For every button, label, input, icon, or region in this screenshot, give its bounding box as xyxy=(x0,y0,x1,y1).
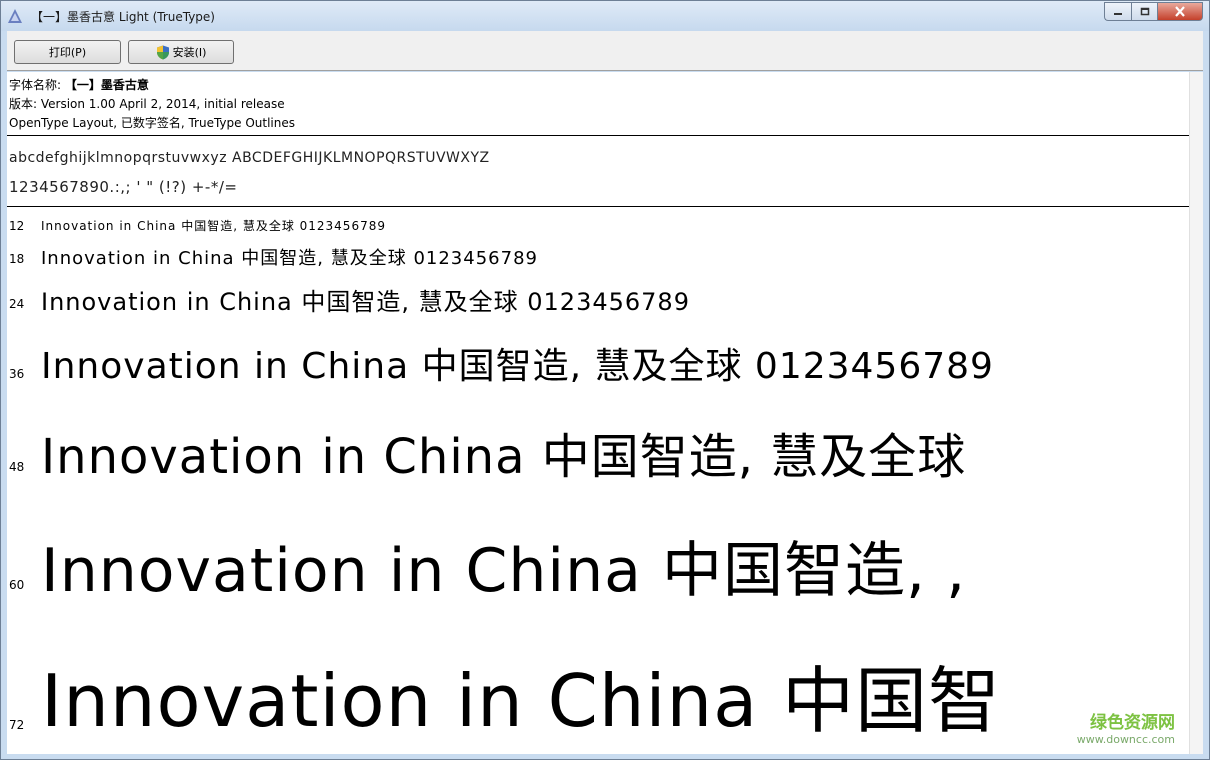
sample-size-label: 24 xyxy=(9,297,25,311)
font-layout-info: OpenType Layout, 已数字签名, TrueType Outline… xyxy=(9,116,296,130)
caption-buttons xyxy=(1104,2,1203,21)
toolbar: 打印(P) 安装(I) xyxy=(7,31,1203,71)
font-preview-area[interactable]: 字体名称: 【一】墨香古意 版本: Version 1.00 April 2, … xyxy=(7,72,1189,754)
sample-text: Innovation in China 中国智造, 慧及全球 012345678… xyxy=(41,219,386,233)
uac-shield-icon xyxy=(156,45,169,59)
sample-text: Innovation in China 中国智造, 慧及全球 012345678… xyxy=(41,248,538,269)
vertical-scrollbar[interactable] xyxy=(1189,72,1203,754)
minimize-button[interactable] xyxy=(1104,2,1131,21)
font-info: 字体名称: 【一】墨香古意 版本: Version 1.00 April 2, … xyxy=(9,76,295,133)
print-button[interactable]: 打印(P) xyxy=(14,40,121,64)
window-title: 【一】墨香古意 Light (TrueType) xyxy=(31,10,215,24)
sample-row-48: 48 Innovation in China 中国智造, 慧及全球 xyxy=(7,417,1189,487)
sample-size-label: 36 xyxy=(9,367,25,381)
font-name-label: 字体名称: xyxy=(9,78,62,92)
install-button[interactable]: 安装(I) xyxy=(128,40,234,64)
font-name-value: 【一】墨香古意 xyxy=(64,78,149,92)
minimize-icon xyxy=(1114,12,1122,15)
print-button-label: 打印(P) xyxy=(48,46,87,59)
title-bar[interactable]: 【一】墨香古意 Light (TrueType) xyxy=(1,1,1209,31)
sample-row-18: 18 Innovation in China 中国智造, 慧及全球 012345… xyxy=(7,244,1189,274)
font-version: 版本: Version 1.00 April 2, 2014, initial … xyxy=(9,97,285,111)
maximize-icon xyxy=(1140,7,1149,16)
sample-size-label: 60 xyxy=(9,578,25,592)
close-button[interactable] xyxy=(1157,2,1203,21)
sample-size-label: 48 xyxy=(9,460,25,474)
sample-row-24: 24 Innovation in China 中国智造, 慧及全球 012345… xyxy=(7,282,1189,322)
sample-row-12: 12 Innovation in China 中国智造, 慧及全球 012345… xyxy=(7,217,1189,237)
charset-digits-symbols: 1234567890.:,; ' " (!?) +-*/= xyxy=(9,178,238,196)
sample-size-label: 12 xyxy=(9,219,25,233)
sample-text: Innovation in China 中国智造, 慧及全球 xyxy=(41,429,967,485)
sample-size-label: 72 xyxy=(9,718,25,732)
install-button-label: 安装(I) xyxy=(172,46,207,59)
sample-row-60: 60 Innovation in China 中国智造, , xyxy=(7,522,1189,607)
sample-size-label: 18 xyxy=(9,252,25,266)
sample-text: Innovation in China 中国智造, , xyxy=(41,536,967,606)
charset-letters: abcdefghijklmnopqrstuvwxyz ABCDEFGHIJKLM… xyxy=(9,150,490,166)
sample-text: Innovation in China 中国智造, 慧及全球 012345678… xyxy=(41,288,690,316)
font-viewer-icon xyxy=(8,9,22,23)
watermark-title: 绿色资源网 xyxy=(1090,713,1175,733)
watermark: 绿色资源网 www.downcc.com xyxy=(1077,708,1175,746)
maximize-button[interactable] xyxy=(1131,2,1157,21)
font-name-line: 字体名称: 【一】墨香古意 xyxy=(9,76,295,95)
sample-text: Innovation in China 中国智造, 慧及全球 012345678… xyxy=(41,346,994,387)
close-icon xyxy=(1175,6,1185,17)
font-viewer-window: 【一】墨香古意 Light (TrueType) 打印(P) 安装(I) 字体名… xyxy=(0,0,1210,760)
divider xyxy=(7,206,1189,207)
watermark-url: www.downcc.com xyxy=(1076,733,1175,746)
sample-text: Innovation in China 中国智 xyxy=(41,659,1002,743)
sample-row-36: 36 Innovation in China 中国智造, 慧及全球 012345… xyxy=(7,337,1189,392)
sample-row-72: 72 Innovation in China 中国智 xyxy=(7,642,1189,743)
divider xyxy=(7,135,1189,136)
